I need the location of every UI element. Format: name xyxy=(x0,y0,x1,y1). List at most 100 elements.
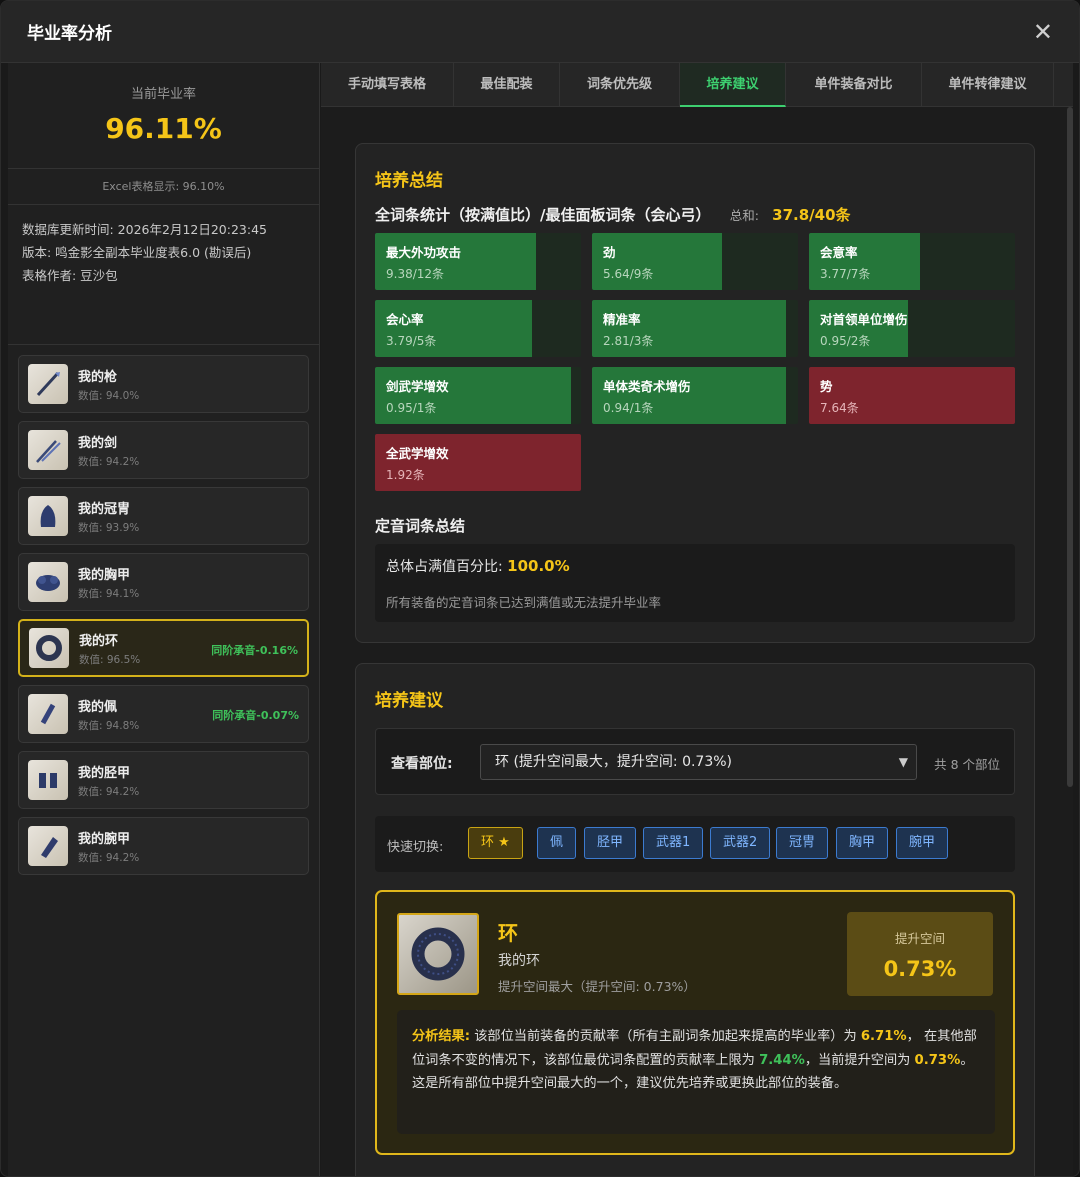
chip-greaves[interactable]: 胫甲 xyxy=(584,827,637,859)
title-bar: 毕业率分析 ✕ xyxy=(1,1,1079,63)
stat-name: 剑武学增效 xyxy=(386,379,449,394)
dingyin-title: 定音词条总结 xyxy=(375,517,466,535)
stat-value: 9.38/12条 xyxy=(386,267,445,281)
stat-name: 全武学增效 xyxy=(386,446,449,461)
quick-switch-label: 快速切换: xyxy=(387,840,444,855)
stat-cell: 精准率 2.81/3条 xyxy=(592,300,798,357)
item-value: 数值: 93.9% xyxy=(78,521,140,534)
stat-name: 最大外功攻击 xyxy=(386,245,462,260)
part-dropdown[interactable]: 环 (提升空间最大，提升空间: 0.73%) ▼ xyxy=(480,744,917,780)
list-item[interactable]: 我的腕甲 数值: 94.2% xyxy=(18,817,309,875)
item-name: 我的环 xyxy=(79,633,119,649)
stat-value: 1.92条 xyxy=(386,468,425,482)
chevron-down-icon: ▼ xyxy=(898,755,908,769)
stat-cell: 劲 5.64/9条 xyxy=(592,233,798,290)
detail-sub: 我的环 xyxy=(498,953,540,969)
tab-single-convert[interactable]: 单件转律建议 xyxy=(922,63,1054,107)
tab-manual-fill[interactable]: 手动填写表格 xyxy=(321,63,454,107)
part-dropdown-value: 环 (提升空间最大，提升空间: 0.73%) xyxy=(495,754,733,770)
stat-name: 势 xyxy=(820,379,833,394)
stat-value: 3.79/5条 xyxy=(386,334,437,348)
analysis-window: 毕业率分析 ✕ 当前毕业率 96.11% Excel表格显示: 96.10% 数… xyxy=(0,0,1080,1177)
right-panel: 手动填写表格 最佳配装 词条优先级 培养建议 单件装备对比 单件转律建议 培养总… xyxy=(321,63,1073,1176)
stat-value: 5.64/9条 xyxy=(603,267,654,281)
item-name: 我的胫甲 xyxy=(78,765,131,781)
tab-single-compare[interactable]: 单件装备对比 xyxy=(786,63,922,107)
left-panel: 当前毕业率 96.11% Excel表格显示: 96.10% 数据库更新时间: … xyxy=(8,63,320,1176)
equipment-list: 我的枪 数值: 94.0% 我的剑 数值: 94.2% 我的冠冑 数值: 93.9% … xyxy=(8,345,319,893)
db-update-time: 数据库更新时间: 2026年2月12日20:23:45 xyxy=(22,222,267,237)
stat-cell: 势 7.64条 xyxy=(809,367,1015,424)
chestplate-icon xyxy=(28,562,68,602)
stat-cell: 对首领单位增伤 0.95/2条 xyxy=(809,300,1015,357)
detail-note: 提升空间最大（提升空间: 0.73%） xyxy=(498,979,696,994)
tab-best-config[interactable]: 最佳配装 xyxy=(454,63,560,107)
excel-rate: Excel表格显示: 96.10% xyxy=(8,169,319,205)
list-item[interactable]: 我的剑数值: 94.2% xyxy=(18,421,309,479)
sum-value: 37.8/40条 xyxy=(772,206,851,224)
item-name: 我的佩 xyxy=(78,699,118,715)
analysis-result: 分析结果: 该部位当前装备的贡献率（所有主副词条加起来提高的毕业率）为 6.71… xyxy=(397,1010,995,1134)
stat-value: 0.94/1条 xyxy=(603,401,654,415)
training-advice-card: 培养建议 查看部位: 环 (提升空间最大，提升空间: 0.73%) ▼ 共 8 个… xyxy=(355,663,1035,1176)
stat-cell: 会意率 3.77/7条 xyxy=(809,233,1015,290)
version-text: 版本: 鸣金影全副本毕业度表6.0 (勘误后) xyxy=(22,245,252,260)
dingyin-value: 100.0% xyxy=(507,557,570,575)
chip-weapon2[interactable]: 武器2 xyxy=(710,827,771,859)
analysis-value-1: 6.71% xyxy=(860,1029,907,1044)
list-item[interactable]: 我的佩 数值: 94.8% 同阶承音-0.07% xyxy=(18,685,309,743)
ring-icon xyxy=(397,913,479,995)
tab-training-advice[interactable]: 培养建议 xyxy=(680,63,786,107)
list-item[interactable]: 我的胸甲数值: 94.1% xyxy=(18,553,309,611)
stat-value: 0.95/1条 xyxy=(386,401,437,415)
item-tag: 同阶承音-0.16% xyxy=(211,644,298,657)
stat-title-text: 全词条统计（按满值比）/最佳面板词条（会心弓） xyxy=(375,206,711,224)
scrollbar[interactable] xyxy=(1067,107,1073,787)
item-name: 我的胸甲 xyxy=(78,567,131,583)
chip-helmet[interactable]: 冠冑 xyxy=(776,827,829,859)
chip-bracer[interactable]: 腕甲 xyxy=(896,827,949,859)
analysis-text-1: 该部位当前装备的贡献率（所有主副词条加起来提高的毕业率）为 xyxy=(470,1029,861,1044)
stat-cell: 最大外功攻击 9.38/12条 xyxy=(375,233,581,290)
current-rate-value: 96.11% xyxy=(105,112,222,145)
sum-label: 总和: xyxy=(729,208,759,223)
tab-stat-priority[interactable]: 词条优先级 xyxy=(560,63,680,107)
list-item[interactable]: 我的枪 数值: 94.0% xyxy=(18,355,309,413)
stat-value: 0.95/2条 xyxy=(820,334,871,348)
chip-pendant[interactable]: 佩 xyxy=(537,827,577,859)
pendant-icon xyxy=(28,694,68,734)
close-icon[interactable]: ✕ xyxy=(1033,18,1053,46)
upgrade-space-box: 提升空间 0.73% xyxy=(847,912,993,996)
helmet-icon xyxy=(28,496,68,536)
stat-name: 劲 xyxy=(603,245,616,260)
item-value: 数值: 94.1% xyxy=(78,587,140,600)
chip-weapon1[interactable]: 武器1 xyxy=(643,827,704,859)
list-item[interactable]: 我的环 数值: 96.5% 同阶承音-0.16% xyxy=(18,619,309,677)
analysis-text-3: ，当前提升空间为 xyxy=(804,1052,915,1068)
stat-cell: 全武学增效 1.92条 xyxy=(375,434,581,491)
dingyin-box: 总体占满值百分比: 100.0% 所有装备的定音词条已达到满值或无法提升毕业率 xyxy=(375,544,1015,622)
stat-title: 全词条统计（按满值比）/最佳面板词条（会心弓） 总和: 37.8/40条 xyxy=(375,204,851,225)
greaves-icon xyxy=(28,760,68,800)
stat-name: 对首领单位增伤 xyxy=(820,312,908,327)
current-rate-box: 当前毕业率 96.11% xyxy=(8,63,319,169)
stat-name: 会意率 xyxy=(820,245,858,260)
item-name: 我的冠冑 xyxy=(78,501,131,517)
stat-value: 2.81/3条 xyxy=(603,334,654,348)
upgrade-space-value: 0.73% xyxy=(883,957,957,981)
list-item[interactable]: 我的胫甲 数值: 94.2% xyxy=(18,751,309,809)
analysis-value-2: 7.44% xyxy=(759,1052,805,1068)
item-name: 我的剑 xyxy=(78,435,118,451)
stat-value: 3.77/7条 xyxy=(820,267,871,281)
chip-chestplate[interactable]: 胸甲 xyxy=(836,827,889,859)
advice-title: 培养建议 xyxy=(375,691,443,711)
item-value: 数值: 94.2% xyxy=(78,455,140,468)
part-detail-card: 环 我的环 提升空间最大（提升空间: 0.73%） 提升空间 0.73% 分析结… xyxy=(375,890,1015,1155)
stat-cell: 剑武学增效 0.95/1条 xyxy=(375,367,581,424)
stat-cell: 会心率 3.79/5条 xyxy=(375,300,581,357)
meta-info: 数据库更新时间: 2026年2月12日20:23:45 版本: 鸣金影全副本毕业… xyxy=(8,205,319,345)
list-item[interactable]: 我的冠冑数值: 93.9% xyxy=(18,487,309,545)
summary-title: 培养总结 xyxy=(375,171,443,191)
item-value: 数值: 94.8% xyxy=(78,719,140,732)
chip-ring[interactable]: 环 ★ xyxy=(468,827,523,859)
